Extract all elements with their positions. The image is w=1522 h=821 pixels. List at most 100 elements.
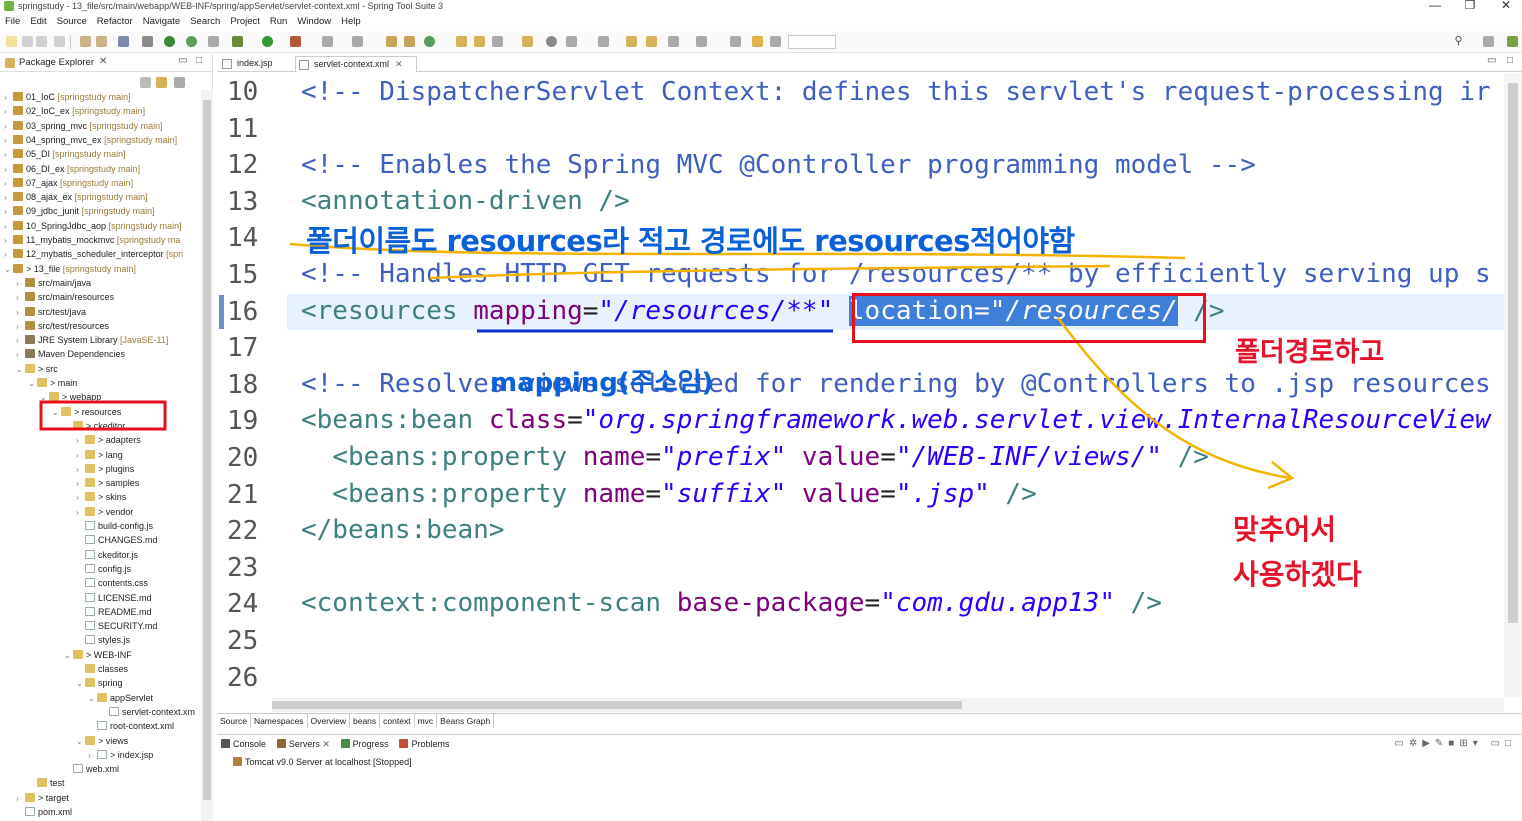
tree-item[interactable]: › 05_DI [springstudy main] — [4, 147, 126, 161]
refresh-icon[interactable] — [186, 36, 197, 47]
boot-dashboard-icon[interactable] — [164, 36, 175, 47]
tree-item[interactable]: › 03_spring_mvc [springstudy main] — [4, 119, 163, 133]
tree-item[interactable]: ⌄ > main — [28, 376, 77, 390]
close-tab-icon[interactable]: ✕ — [395, 59, 403, 69]
tab-problems[interactable]: Problems — [395, 735, 453, 753]
tomcat-server-entry[interactable]: Tomcat v9.0 Server at localhost [Stopped… — [233, 755, 412, 769]
chevron-right-icon[interactable]: › — [4, 91, 13, 105]
tree-item[interactable]: › 08_ajax_ex [springstudy main] — [4, 190, 148, 204]
open-resource-icon[interactable] — [474, 36, 485, 47]
menu-refactor[interactable]: Refactor — [92, 14, 138, 29]
chevron-right-icon[interactable]: › — [76, 477, 85, 491]
chevron-right-icon[interactable]: › — [4, 120, 13, 134]
tree-item[interactable]: README.md — [76, 605, 152, 619]
terminal-icon[interactable] — [118, 36, 129, 47]
chevron-right-icon[interactable]: › — [16, 306, 25, 320]
tree-item[interactable]: › > adapters — [76, 433, 141, 447]
chevron-right-icon[interactable]: › — [4, 177, 13, 191]
chevron-right-icon[interactable]: › — [16, 291, 25, 305]
tree-item[interactable]: LICENSE.md — [76, 591, 152, 605]
chevron-right-icon[interactable]: › — [16, 277, 25, 291]
tree-item[interactable]: > ckeditor — [64, 419, 125, 433]
xml-editor[interactable]: 10 11 12 13 14 15 16 17 18 19 20 21 22 23 24 25 26 <!-- … — [217, 73, 1522, 698]
tree-item[interactable]: › 06_DI_ex [springstudy main] — [4, 162, 140, 176]
tree-item[interactable]: › > plugins — [76, 462, 134, 476]
tree-item[interactable]: › 11_mybatis_mockmvc [springstudy ma — [4, 233, 180, 247]
forward-icon[interactable] — [696, 36, 707, 47]
chevron-right-icon[interactable]: › — [76, 434, 85, 448]
tree-item[interactable]: › 07_ajax [springstudy main] — [4, 176, 133, 190]
menu-search[interactable]: Search — [185, 14, 225, 29]
maximize-button[interactable]: ❐ — [1460, 0, 1480, 12]
chevron-right-icon[interactable]: › — [4, 105, 13, 119]
tree-item[interactable]: ⌄ > WEB-INF — [64, 648, 132, 662]
close-button[interactable]: ✕ — [1496, 0, 1516, 12]
menu-file[interactable]: File — [0, 14, 25, 29]
new-package-icon[interactable] — [404, 36, 415, 47]
tree-item[interactable]: servlet-context.xm — [100, 705, 195, 719]
tree-item[interactable]: › 01_IoC [springstudy main] — [4, 90, 131, 104]
tree-item[interactable]: root-context.xml — [88, 719, 174, 733]
menu-run[interactable]: Run — [265, 14, 292, 29]
open-perspective-icon[interactable] — [1483, 36, 1494, 47]
search-files-icon[interactable] — [522, 36, 533, 47]
tree-item[interactable]: ckeditor.js — [76, 548, 138, 562]
package-explorer-scrollbar[interactable] — [201, 90, 213, 821]
chevron-down-icon[interactable]: ⌄ — [88, 692, 97, 706]
tab-servlet-context-xml[interactable]: servlet-context.xml ✕ — [295, 56, 417, 72]
chevron-right-icon[interactable]: › — [4, 191, 13, 205]
new-class-icon[interactable] — [424, 36, 435, 47]
tree-item[interactable]: test — [28, 776, 65, 790]
tree-item[interactable]: pom.xml — [16, 805, 72, 819]
external-tools-icon[interactable] — [290, 36, 301, 47]
tree-item[interactable]: ⌄ > resources — [52, 405, 121, 419]
tree-item[interactable]: ⌄ > src — [16, 362, 58, 376]
package-explorer-tab[interactable]: Package Explorer ✕ ▭ □ — [0, 54, 213, 72]
chevron-down-icon[interactable]: ⌄ — [16, 363, 25, 377]
tree-item[interactable]: › > index.jsp — [88, 748, 153, 762]
chevron-down-icon[interactable]: ⌄ — [76, 735, 85, 749]
tab-context[interactable]: context — [380, 714, 415, 728]
last-edit-icon[interactable] — [626, 36, 637, 47]
maximize-view-icon[interactable]: □ — [196, 55, 202, 66]
chevron-down-icon[interactable]: ⌄ — [52, 406, 61, 420]
minimize-editor-icon[interactable]: ▭ — [1487, 55, 1496, 66]
chevron-right-icon[interactable]: › — [4, 134, 13, 148]
back-icon[interactable] — [668, 36, 679, 47]
chevron-right-icon[interactable]: › — [4, 163, 13, 177]
menu-edit[interactable]: Edit — [25, 14, 51, 29]
chevron-right-icon[interactable]: › — [4, 148, 13, 162]
tree-item[interactable]: styles.js — [76, 633, 130, 647]
tab-beans-graph[interactable]: Beans Graph — [437, 714, 495, 728]
stop-icon[interactable] — [322, 36, 333, 47]
tab-mvc[interactable]: mvc — [415, 714, 438, 728]
menu-navigate[interactable]: Navigate — [138, 14, 186, 29]
tree-item[interactable]: › src/main/resources — [16, 290, 114, 304]
tab-console[interactable]: Console — [217, 735, 270, 753]
menu-help[interactable]: Help — [336, 14, 366, 29]
chevron-right-icon[interactable]: › — [16, 320, 25, 334]
tab-beans[interactable]: beans — [350, 714, 381, 728]
debug-icon[interactable] — [232, 36, 243, 47]
run-icon[interactable] — [262, 36, 273, 47]
tree-item[interactable]: › 09_jdbc_junit [springstudy main] — [4, 204, 155, 218]
tree-item[interactable]: ⌄ > webapp — [40, 390, 101, 404]
tree-item[interactable]: › > samples — [76, 476, 139, 490]
tree-item[interactable]: ⌄ spring — [76, 676, 123, 690]
tree-item[interactable]: › 10_SpringJdbc_aop [springstudy main] — [4, 219, 182, 233]
tab-source[interactable]: Source — [217, 714, 251, 728]
tree-item[interactable]: ⌄ > views — [76, 734, 128, 748]
tree-item[interactable]: ⌄ > 13_file [springstudy main] — [4, 262, 136, 276]
close-tab-icon[interactable]: ✕ — [99, 56, 107, 67]
next-annotation-icon[interactable] — [598, 36, 609, 47]
chevron-down-icon[interactable]: ⌄ — [28, 377, 37, 391]
chevron-right-icon[interactable]: › — [16, 334, 25, 348]
link-editor-icon[interactable] — [156, 77, 167, 88]
print-icon[interactable] — [54, 36, 65, 47]
tree-item[interactable]: › src/test/java — [16, 305, 86, 319]
chevron-down-icon[interactable]: ⌄ — [76, 677, 85, 691]
tab-namespaces[interactable]: Namespaces — [251, 714, 308, 728]
spring-perspective-icon[interactable] — [1507, 36, 1518, 47]
tree-item[interactable]: › src/main/java — [16, 276, 91, 290]
chevron-right-icon[interactable]: › — [4, 205, 13, 219]
